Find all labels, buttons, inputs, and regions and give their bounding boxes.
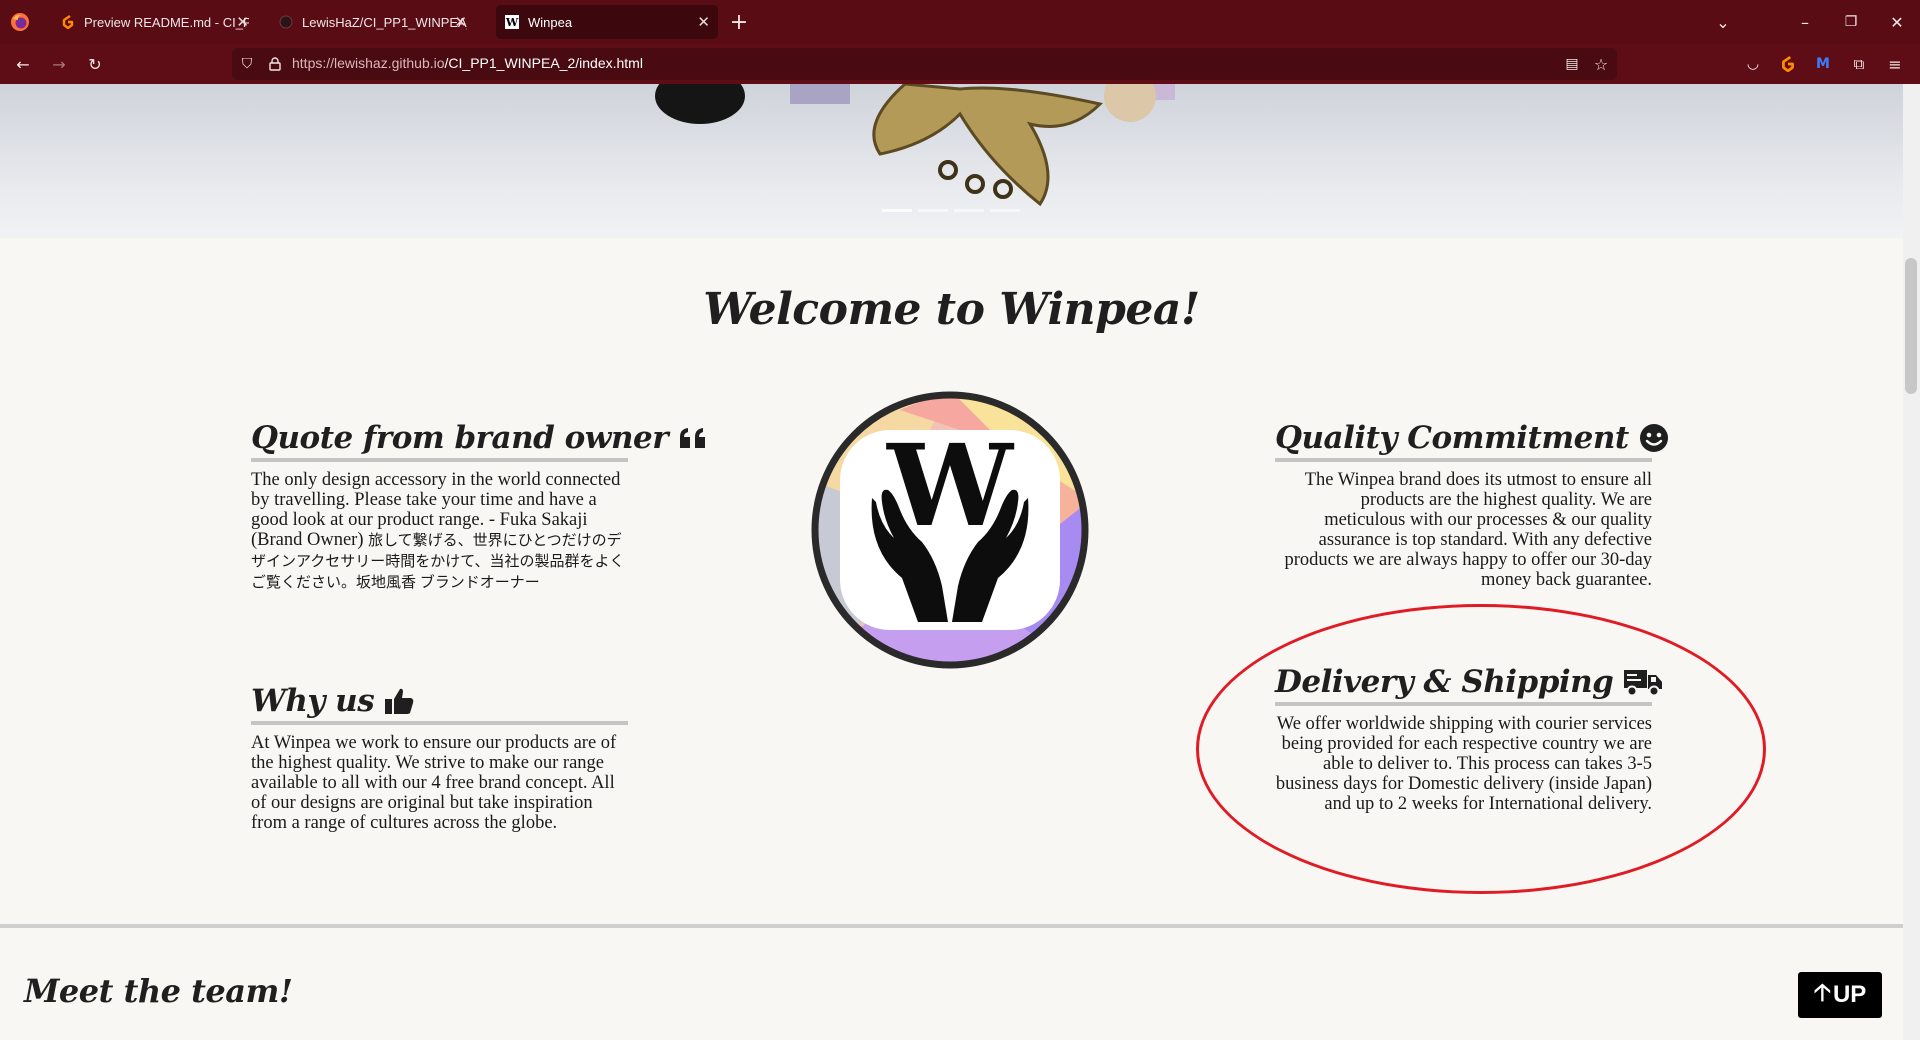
tab-title: Winpea [528, 14, 573, 30]
quote-heading-text: Quote from brand owner [251, 420, 669, 456]
reader-view-icon[interactable]: ▤ [1557, 49, 1587, 79]
restore-button[interactable]: ❐ [1836, 7, 1866, 37]
gitpod-icon [60, 14, 76, 30]
winpea-logo: W [810, 390, 1090, 670]
winpea-icon: W [504, 14, 520, 30]
menu-hamburger-icon[interactable]: ≡ [1880, 49, 1910, 79]
extensions-puzzle-icon[interactable]: ⧉ [1844, 49, 1874, 79]
back-to-top-button[interactable]: 🡡 UP [1798, 972, 1882, 1018]
close-icon[interactable]: ✕ [697, 13, 710, 31]
quality-text: The Winpea brand does its utmost to ensu… [1284, 470, 1652, 590]
section-divider [0, 924, 1903, 928]
quality-heading-text: Quality Commitment [1275, 420, 1629, 456]
quote-heading: Quote from brand owner [251, 420, 706, 462]
smile-icon [1639, 423, 1669, 453]
bookmark-star-icon[interactable]: ☆ [1586, 49, 1616, 79]
arrow-up-icon: 🡡 [1813, 978, 1831, 1006]
pocket-icon[interactable]: ◡ [1738, 49, 1768, 79]
tab-github-repo[interactable]: LewisHaZ/CI_PP1_WINPEA_2: P ✕ [270, 5, 475, 39]
tab-winpea[interactable]: W Winpea ✕ [496, 5, 718, 39]
scrollbar-track[interactable] [1903, 84, 1920, 1040]
quote-text: The only design accessory in the world c… [251, 470, 628, 593]
thumbs-up-icon [384, 687, 414, 715]
tab-title: LewisHaZ/CI_PP1_WINPEA_2: P [302, 14, 467, 30]
welcome-heading: Welcome to Winpea! [703, 284, 1200, 335]
scrollbar-thumb[interactable] [1905, 258, 1917, 394]
reload-icon[interactable]: ↻ [80, 49, 110, 79]
page-viewport: Welcome to Winpea! Quote from brand owne… [0, 84, 1903, 1040]
tab-title: Preview README.md - CI_PP1_W [84, 14, 249, 30]
quote-icon [678, 427, 708, 449]
why-us-heading-text: Why us [251, 683, 375, 719]
why-us-heading: Why us [251, 683, 628, 725]
forward-icon[interactable]: → [44, 49, 74, 79]
github-icon [278, 14, 294, 30]
lock-icon[interactable] [260, 49, 290, 79]
quality-heading: Quality Commitment [1275, 420, 1668, 462]
gitpod-extension-icon[interactable] [1773, 49, 1803, 79]
why-us-section: Why us At Winpea we work to ensure our p… [251, 683, 628, 833]
list-tabs-chevron-icon[interactable]: ⌄ [1708, 7, 1738, 37]
why-us-text: At Winpea we work to ensure our products… [251, 733, 617, 833]
tab-readme-preview[interactable]: Preview README.md - CI_PP1_W ✕ [52, 5, 257, 39]
hero-carousel-image [0, 84, 1903, 238]
url-host: https://lewishaz.github.io [292, 55, 445, 71]
up-button-label: UP [1832, 981, 1867, 1008]
meet-the-team-heading: Meet the team! [24, 972, 293, 1010]
firefox-icon[interactable] [10, 12, 30, 32]
annotation-circle [1196, 604, 1766, 894]
back-icon[interactable]: ← [8, 49, 38, 79]
shield-icon[interactable]: ⛉ [232, 49, 262, 79]
extension-m-icon[interactable]: M [1808, 49, 1838, 79]
svg-text:W: W [505, 16, 519, 29]
quality-section: Quality Commitment The Winpea brand does… [1275, 420, 1668, 590]
url-text[interactable]: https://lewishaz.github.io/CI_PP1_WINPEA… [292, 55, 643, 71]
close-icon[interactable]: ✕ [236, 13, 249, 31]
new-tab-button[interactable]: + [724, 7, 754, 37]
close-icon[interactable]: ✕ [454, 13, 467, 31]
minimize-button[interactable]: – [1790, 7, 1820, 37]
url-path: /CI_PP1_WINPEA_2/index.html [444, 55, 643, 71]
window-close-button[interactable]: ✕ [1882, 7, 1912, 37]
quote-section: Quote from brand owner The only design a… [251, 420, 706, 593]
